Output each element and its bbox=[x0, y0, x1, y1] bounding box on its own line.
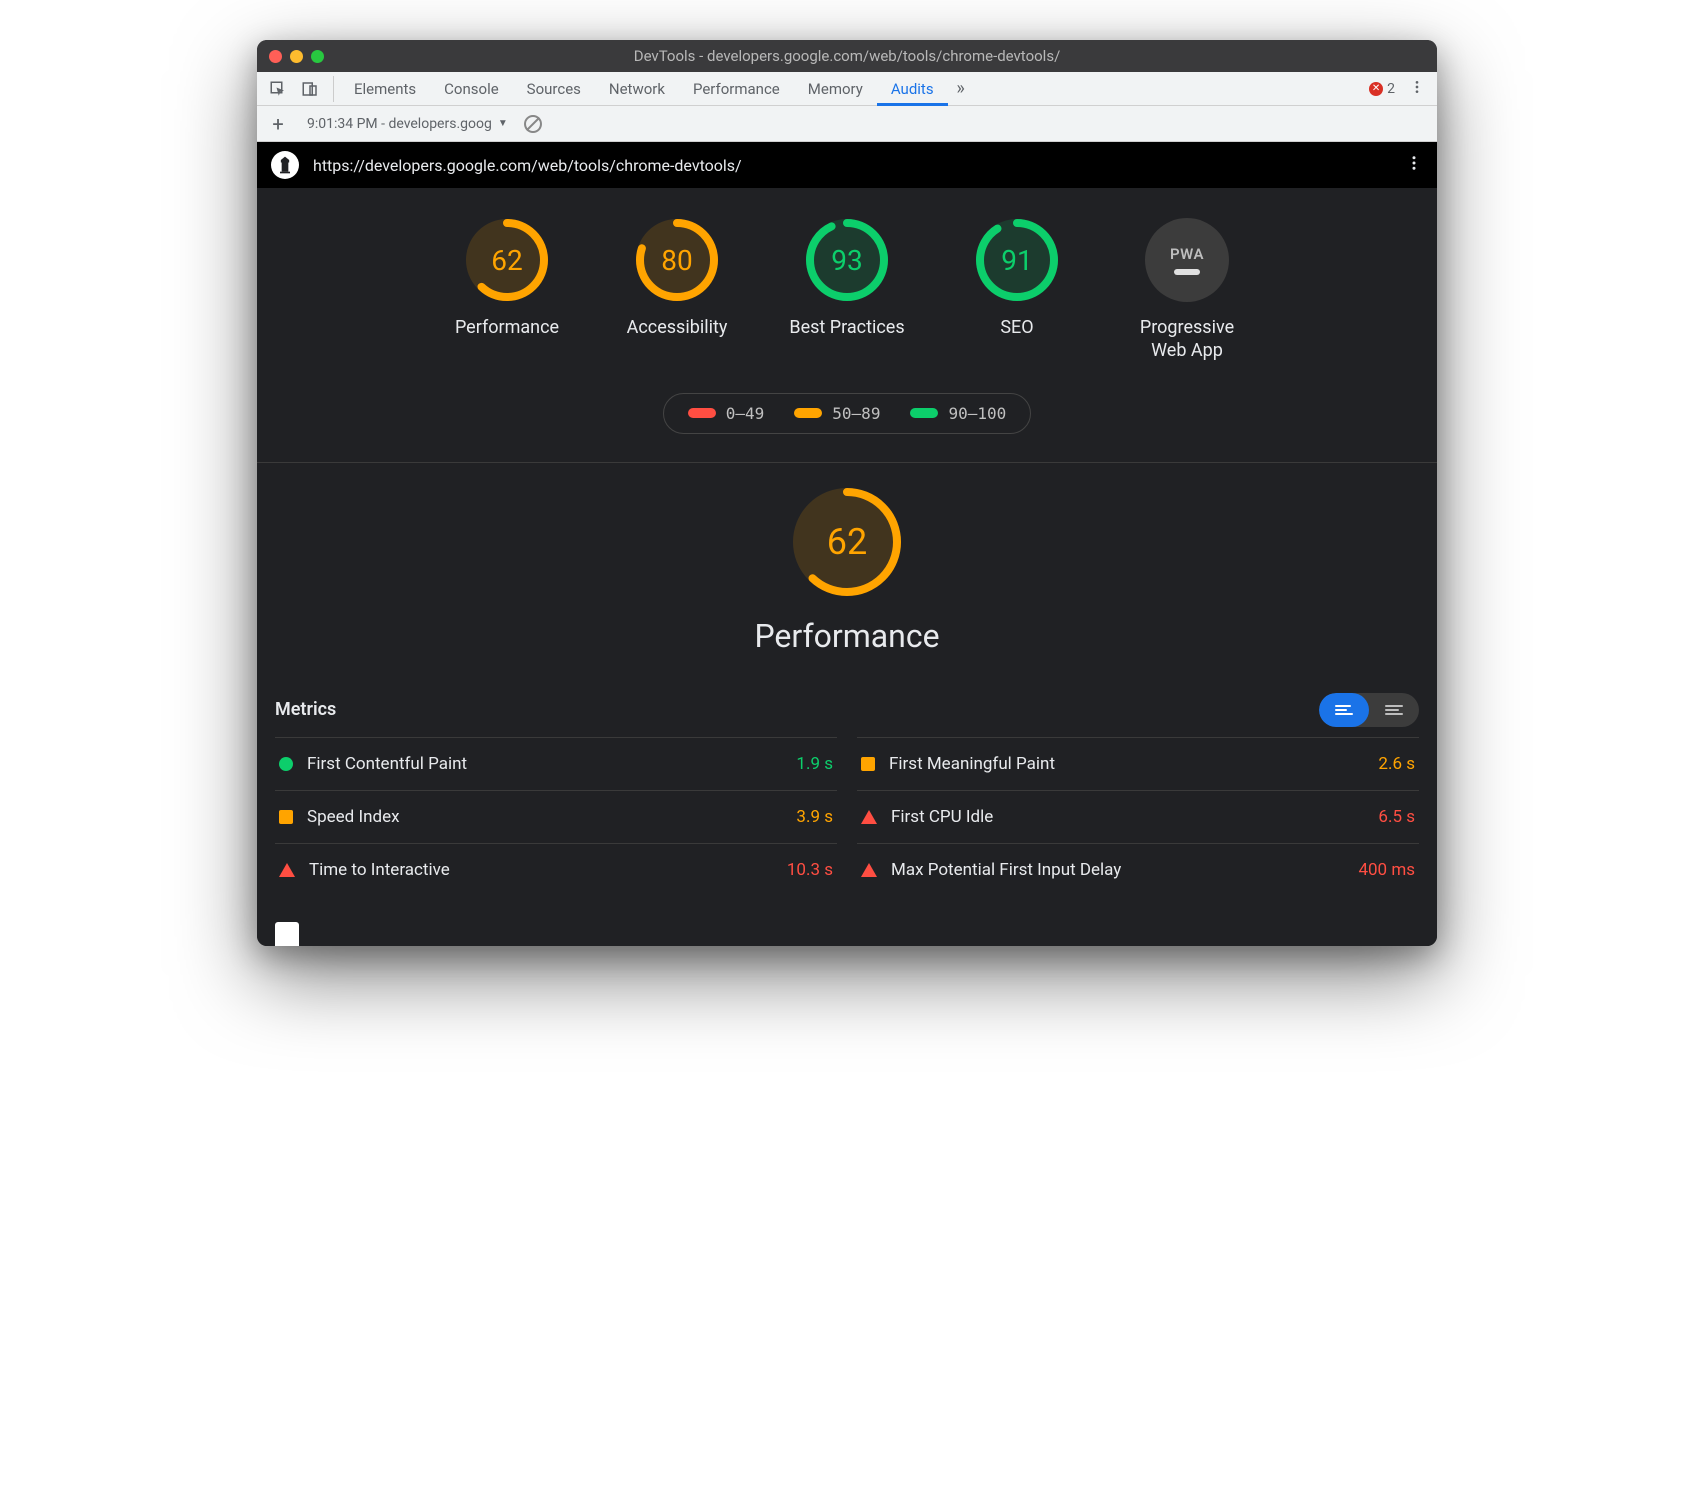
metric-value: 10.3 s bbox=[787, 860, 833, 880]
legend-avg: 50–89 bbox=[794, 404, 880, 423]
metric-row: First Meaningful Paint 2.6 s bbox=[857, 737, 1419, 790]
metric-row: Max Potential First Input Delay 400 ms bbox=[857, 843, 1419, 896]
gauge-label: Performance bbox=[455, 316, 559, 339]
score-legend: 0–49 50–89 90–100 bbox=[663, 393, 1032, 434]
device-toolbar-icon[interactable] bbox=[297, 76, 323, 102]
performance-section: 62 Performance bbox=[257, 462, 1437, 665]
tab-network[interactable]: Network bbox=[595, 72, 679, 106]
lighthouse-logo-icon bbox=[271, 151, 299, 179]
devtools-window: DevTools - developers.google.com/web/too… bbox=[257, 40, 1437, 946]
gauge-seo[interactable]: 91 SEO bbox=[952, 218, 1082, 363]
metrics-view-detailed[interactable] bbox=[1369, 693, 1419, 727]
metric-name: First Meaningful Paint bbox=[889, 754, 1055, 774]
metrics-view-toggle bbox=[1319, 693, 1419, 727]
window-title: DevTools - developers.google.com/web/too… bbox=[257, 47, 1437, 65]
report-menu-kebab[interactable] bbox=[1405, 154, 1423, 176]
metrics-heading: Metrics bbox=[275, 699, 336, 720]
fail-indicator-icon bbox=[861, 863, 877, 877]
titlebar: DevTools - developers.google.com/web/too… bbox=[257, 40, 1437, 72]
audit-report-selector[interactable]: 9:01:34 PM - developers.goog ▼ bbox=[301, 112, 514, 136]
new-audit-button[interactable]: + bbox=[265, 111, 291, 137]
clear-audit-icon[interactable] bbox=[524, 115, 542, 133]
average-indicator-icon bbox=[861, 757, 875, 771]
tab-audits[interactable]: Audits bbox=[877, 72, 948, 106]
gauge-label: SEO bbox=[1000, 316, 1033, 339]
tab-memory[interactable]: Memory bbox=[794, 72, 877, 106]
metric-value: 1.9 s bbox=[796, 754, 833, 774]
category-gauges-row: 62 Performance 80 Accessibility 93 Best … bbox=[257, 208, 1437, 373]
gauge-label: Best Practices bbox=[789, 316, 904, 339]
pwa-badge: PWA bbox=[1145, 218, 1229, 302]
lighthouse-report: 62 Performance 80 Accessibility 93 Best … bbox=[257, 188, 1437, 946]
lighthouse-url-bar: https://developers.google.com/web/tools/… bbox=[257, 142, 1437, 188]
metric-value: 2.6 s bbox=[1378, 754, 1415, 774]
legend-pass: 90–100 bbox=[910, 404, 1006, 423]
devtools-tabstrip: ElementsConsoleSourcesNetworkPerformance… bbox=[257, 72, 1437, 106]
tab-sources[interactable]: Sources bbox=[513, 72, 595, 106]
section-title: Performance bbox=[754, 617, 939, 655]
gauge-accessibility[interactable]: 80 Accessibility bbox=[612, 218, 742, 363]
gauge-score: 62 bbox=[465, 218, 549, 302]
audits-toolbar: + 9:01:34 PM - developers.goog ▼ bbox=[257, 106, 1437, 142]
tab-performance[interactable]: Performance bbox=[679, 72, 794, 106]
tabs-overflow-button[interactable]: » bbox=[948, 76, 974, 102]
metric-value: 6.5 s bbox=[1378, 807, 1415, 827]
report-url: https://developers.google.com/web/tools/… bbox=[313, 156, 1391, 175]
devtools-settings-kebab[interactable] bbox=[1405, 75, 1429, 103]
error-icon: ✕ bbox=[1369, 82, 1383, 96]
gauge-score: 93 bbox=[805, 218, 889, 302]
gauge-performance[interactable]: 62 Performance bbox=[442, 218, 572, 363]
metric-row: Time to Interactive 10.3 s bbox=[275, 843, 837, 896]
inspect-element-icon[interactable] bbox=[265, 76, 291, 102]
console-errors-badge[interactable]: ✕ 2 bbox=[1369, 81, 1395, 97]
tab-elements[interactable]: Elements bbox=[340, 72, 430, 106]
gauge-best-practices[interactable]: 93 Best Practices bbox=[782, 218, 912, 363]
metric-name: Time to Interactive bbox=[309, 860, 450, 880]
performance-score: 62 bbox=[792, 487, 902, 597]
metric-name: Speed Index bbox=[307, 807, 400, 827]
error-count: 2 bbox=[1387, 81, 1395, 97]
metric-name: First Contentful Paint bbox=[307, 754, 467, 774]
legend-fail: 0–49 bbox=[688, 404, 765, 423]
fail-indicator-icon bbox=[279, 863, 295, 877]
tab-console[interactable]: Console bbox=[430, 72, 513, 106]
gauge-score: 91 bbox=[975, 218, 1059, 302]
pwa-status-bar bbox=[1174, 269, 1200, 275]
pass-indicator-icon bbox=[279, 757, 293, 771]
metrics-grid: First Contentful Paint 1.9 s First Meani… bbox=[257, 737, 1437, 916]
metric-value: 400 ms bbox=[1358, 860, 1415, 880]
gauge-progressive-web-app[interactable]: PWA Progressive Web App bbox=[1122, 218, 1252, 363]
gauge-score: 80 bbox=[635, 218, 719, 302]
metrics-view-compact[interactable] bbox=[1319, 693, 1369, 727]
gauge-label: Accessibility bbox=[627, 316, 728, 339]
metric-name: First CPU Idle bbox=[891, 807, 993, 827]
metric-row: First CPU Idle 6.5 s bbox=[857, 790, 1419, 843]
chevron-down-icon: ▼ bbox=[498, 118, 508, 129]
metric-name: Max Potential First Input Delay bbox=[891, 860, 1121, 880]
metric-row: First Contentful Paint 1.9 s bbox=[275, 737, 837, 790]
fail-indicator-icon bbox=[861, 810, 877, 824]
metric-value: 3.9 s bbox=[796, 807, 833, 827]
gauge-label: Progressive Web App bbox=[1122, 316, 1252, 363]
view-trace-button-clipped[interactable] bbox=[275, 922, 299, 946]
pwa-badge-text: PWA bbox=[1170, 245, 1204, 263]
average-indicator-icon bbox=[279, 810, 293, 824]
audit-report-label: 9:01:34 PM - developers.goog bbox=[307, 116, 492, 132]
metric-row: Speed Index 3.9 s bbox=[275, 790, 837, 843]
